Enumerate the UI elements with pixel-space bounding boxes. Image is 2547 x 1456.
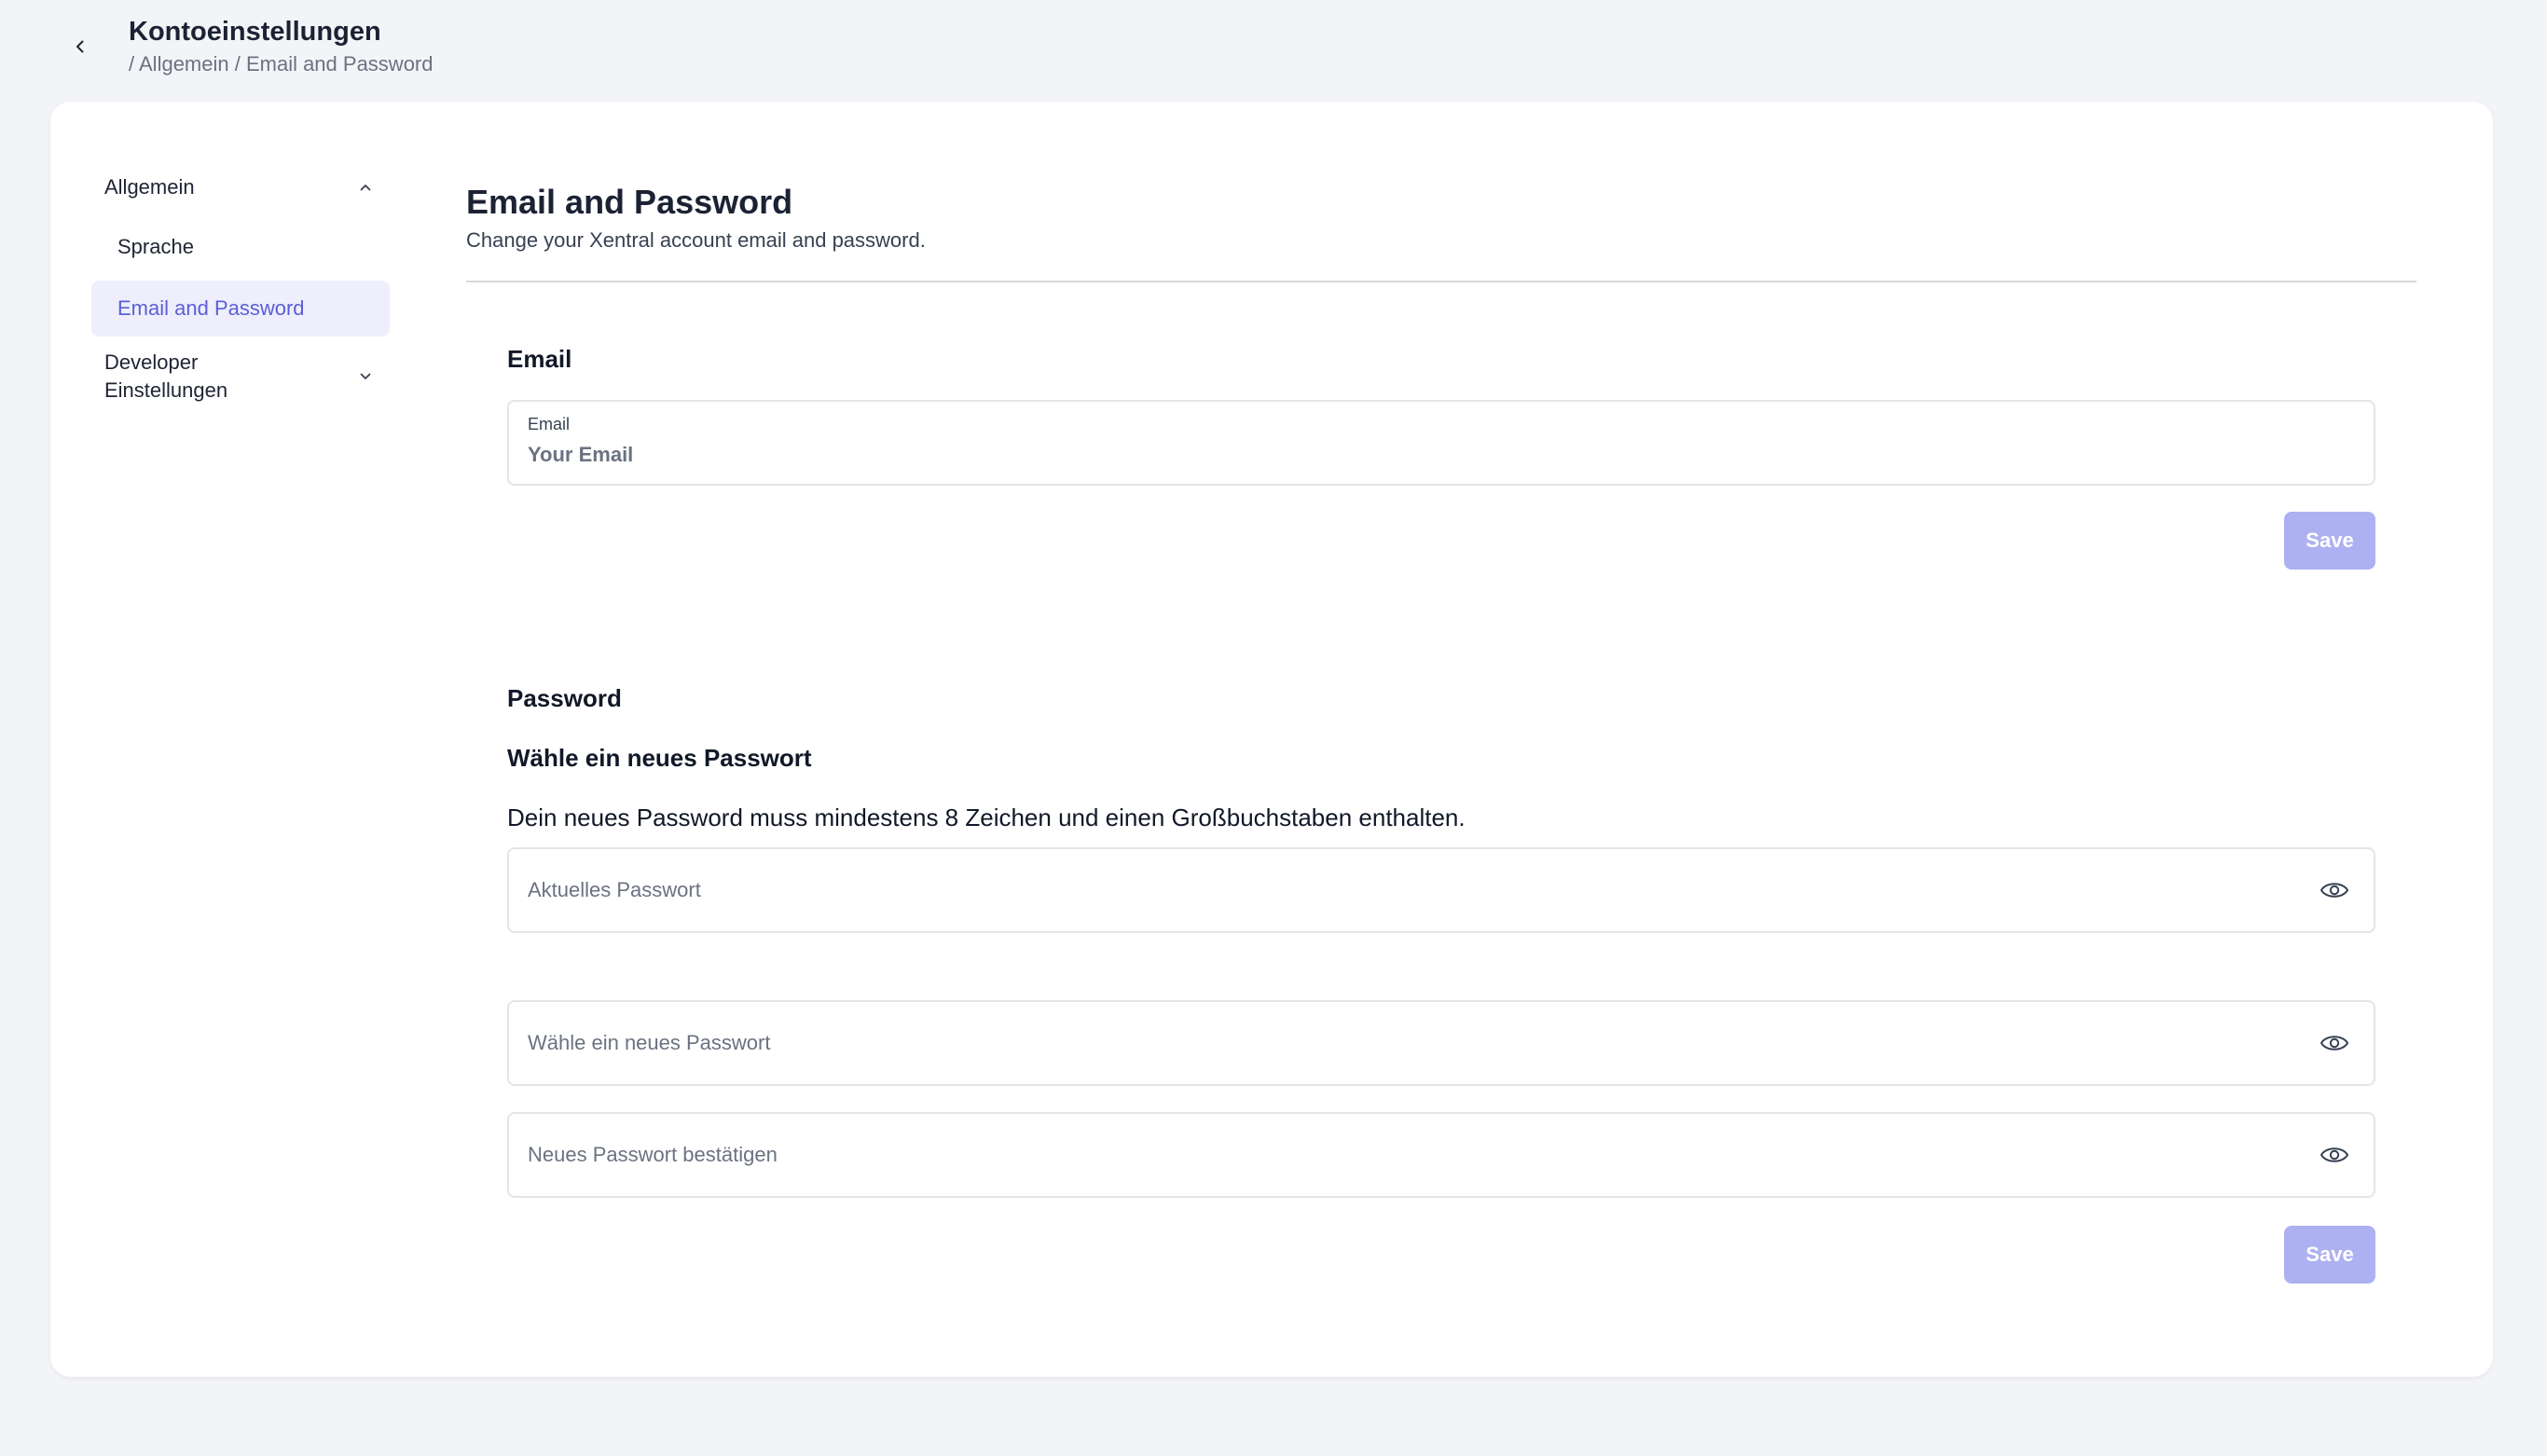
new-password-field[interactable] xyxy=(507,1000,2375,1086)
page-subtitle: Change your Xentral account email and pa… xyxy=(466,228,926,252)
sidebar-item-sprache[interactable]: Sprache xyxy=(91,219,390,275)
settings-card: Allgemein Sprache Email and Password Dev… xyxy=(50,102,2493,1377)
eye-icon[interactable] xyxy=(2320,1142,2349,1168)
sidebar-group-label: Developer Einstellungen xyxy=(104,350,228,402)
password-button-row: Save xyxy=(507,1226,2375,1284)
chevron-up-icon xyxy=(360,185,371,191)
email-save-button[interactable]: Save xyxy=(2284,512,2375,570)
email-button-row: Save xyxy=(507,512,2375,570)
sidebar-group-allgemein[interactable]: Allgemein xyxy=(91,161,390,213)
new-password-input[interactable] xyxy=(528,1002,2262,1084)
page-header-title: Kontoeinstellungen xyxy=(129,17,381,47)
back-button[interactable] xyxy=(62,28,99,65)
breadcrumb-text[interactable]: / Allgemein / Email and Password xyxy=(129,52,434,76)
email-field[interactable]: Email xyxy=(507,400,2375,486)
settings-sidebar: Allgemein Sprache Email and Password Dev… xyxy=(91,161,390,409)
current-password-input[interactable] xyxy=(528,849,2262,931)
password-hint: Dein neues Password muss mindestens 8 Ze… xyxy=(507,804,1466,831)
confirm-password-input[interactable] xyxy=(528,1114,2262,1196)
email-input[interactable] xyxy=(528,443,2299,467)
sidebar-group-developer[interactable]: Developer Einstellungen xyxy=(91,344,390,409)
password-section-heading: Password xyxy=(507,684,622,712)
password-subheading: Wähle ein neues Passwort xyxy=(507,744,812,772)
sidebar-item-email-password[interactable]: Email and Password xyxy=(91,281,390,337)
email-field-label: Email xyxy=(528,415,571,433)
eye-icon[interactable] xyxy=(2320,1030,2349,1056)
chevron-left-icon xyxy=(76,40,84,53)
page-title: Email and Password xyxy=(466,183,793,221)
sidebar-group-label: Allgemein xyxy=(104,175,195,199)
page-header: Kontoeinstellungen / Allgemein / Email a… xyxy=(0,0,2547,101)
breadcrumb: / Allgemein / Email and Password xyxy=(129,52,434,76)
email-section: Email Email Save xyxy=(507,342,2375,570)
password-section: Password Wähle ein neues Passwort Dein n… xyxy=(507,681,2375,1284)
password-save-button[interactable]: Save xyxy=(2284,1226,2375,1284)
current-password-field[interactable] xyxy=(507,847,2375,933)
email-section-heading: Email xyxy=(507,345,572,373)
divider xyxy=(466,281,2416,282)
eye-icon[interactable] xyxy=(2320,877,2349,903)
main-content: Email and Password Change your Xentral a… xyxy=(466,180,2416,1284)
chevron-down-icon xyxy=(360,373,371,379)
confirm-password-field[interactable] xyxy=(507,1112,2375,1198)
